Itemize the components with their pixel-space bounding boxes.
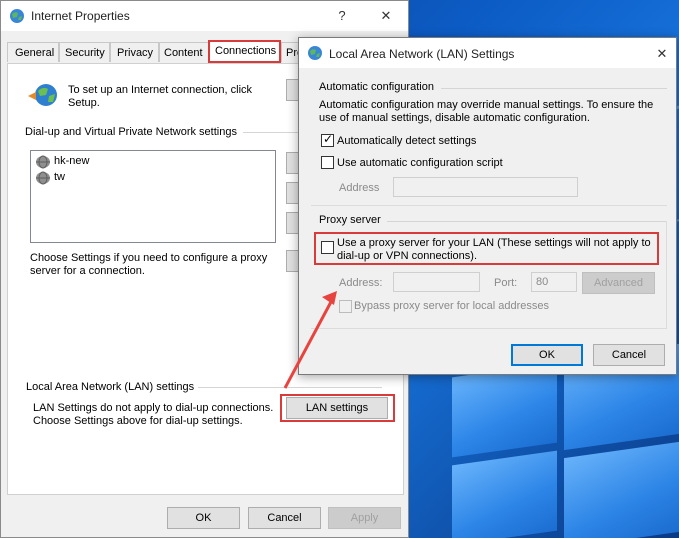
annotation-arrow xyxy=(283,291,337,389)
